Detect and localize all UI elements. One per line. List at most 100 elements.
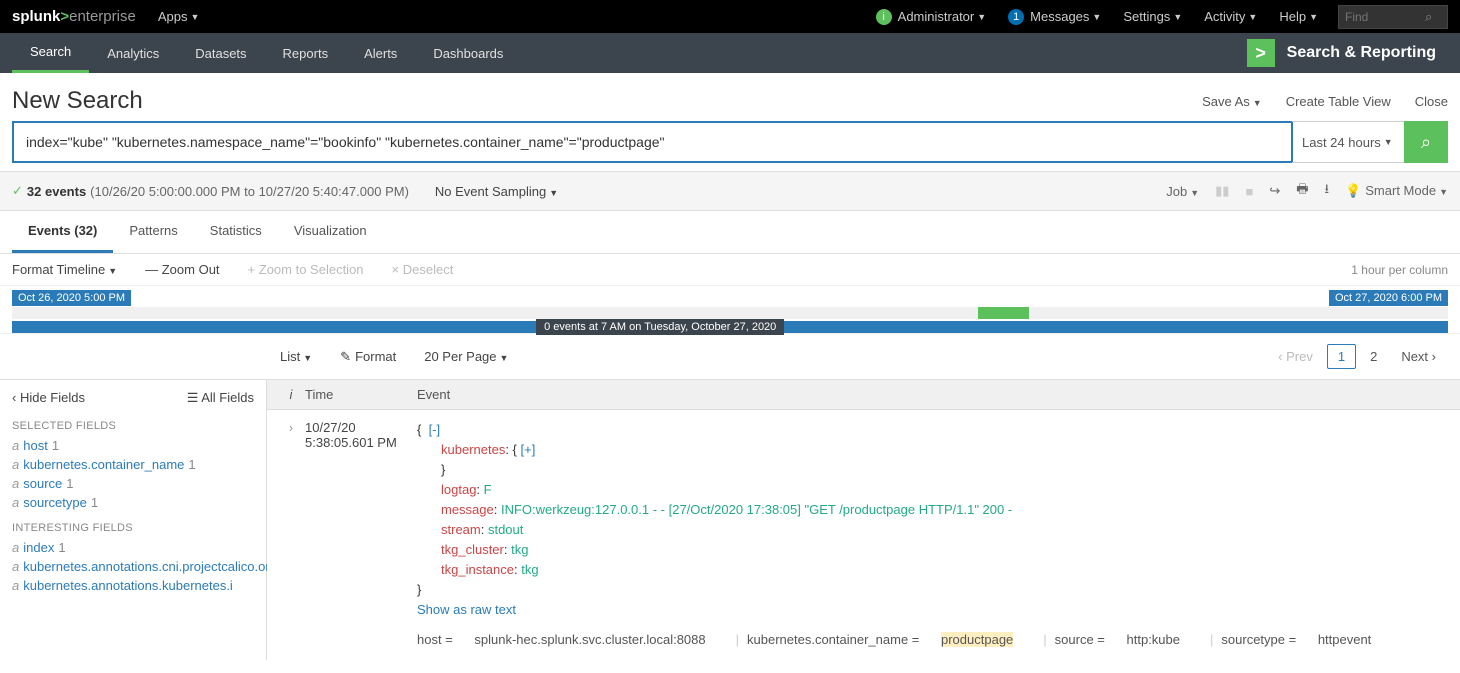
- admin-menu[interactable]: iAdministrator▼: [876, 9, 987, 25]
- json-key[interactable]: stream: [441, 522, 481, 537]
- event-body: { [-] kubernetes: { [+] } logtag: F mess…: [417, 420, 1450, 650]
- job-menu[interactable]: Job▼: [1166, 184, 1199, 199]
- json-key[interactable]: tkg_instance: [441, 562, 514, 577]
- page-1[interactable]: 1: [1327, 344, 1356, 369]
- json-key[interactable]: tkg_cluster: [441, 542, 504, 557]
- field-item[interactable]: asourcetype1: [12, 493, 254, 512]
- search-button[interactable]: ⌕: [1404, 121, 1448, 163]
- meta-container-name[interactable]: kubernetes.container_name = productpage: [747, 630, 1031, 650]
- brand-splunk: splunk: [12, 8, 60, 25]
- tab-patterns[interactable]: Patterns: [113, 211, 193, 253]
- col-time[interactable]: Time: [305, 387, 417, 402]
- field-item[interactable]: ahost1: [12, 436, 254, 455]
- field-item[interactable]: asource1: [12, 474, 254, 493]
- timeline-start-label: Oct 26, 2020 5:00 PM: [12, 290, 131, 306]
- timeline[interactable]: Oct 26, 2020 5:00 PM Oct 27, 2020 6:00 P…: [12, 290, 1448, 333]
- page-header: New Search Save As▼ Create Table View Cl…: [0, 73, 1460, 121]
- timeline-canvas[interactable]: [12, 307, 1448, 319]
- timeline-bar[interactable]: [978, 307, 1028, 319]
- nav-analytics[interactable]: Analytics: [89, 33, 177, 73]
- pause-icon[interactable]: ▮▮: [1215, 183, 1229, 199]
- hide-fields-button[interactable]: ‹ Hide Fields: [12, 390, 85, 406]
- field-type-icon: a: [12, 559, 19, 574]
- settings-menu[interactable]: Settings▼: [1123, 9, 1182, 24]
- separator: |: [736, 630, 739, 650]
- chevron-right-icon: ›: [1428, 349, 1436, 364]
- field-type-icon: a: [12, 495, 19, 510]
- caret-down-icon: ▼: [1253, 98, 1262, 108]
- help-menu[interactable]: Help▼: [1279, 9, 1318, 24]
- json-value[interactable]: INFO:werkzeug:127.0.0.1 - - [27/Oct/2020…: [501, 502, 1012, 517]
- nav-alerts[interactable]: Alerts: [346, 33, 415, 73]
- find-input[interactable]: [1345, 10, 1425, 24]
- smart-mode-menu[interactable]: 💡Smart Mode▼: [1345, 183, 1448, 199]
- nav-dashboards[interactable]: Dashboards: [415, 33, 521, 73]
- nav-search[interactable]: Search: [12, 33, 89, 73]
- zoom-out-button[interactable]: — Zoom Out: [145, 262, 219, 277]
- json-value[interactable]: tkg: [521, 562, 538, 577]
- field-type-icon: a: [12, 476, 19, 491]
- messages-menu[interactable]: 1Messages▼: [1008, 9, 1101, 25]
- json-key[interactable]: message: [441, 502, 494, 517]
- time-span: (10/26/20 5:00:00.000 PM to 10/27/20 5:4…: [90, 184, 409, 199]
- interesting-fields-title: INTERESTING FIELDS: [12, 522, 254, 534]
- field-item[interactable]: akubernetes.annotations.kubernetes.i: [12, 576, 254, 595]
- lightbulb-icon: 💡: [1345, 183, 1361, 198]
- list-controls: List▼ ✎Format 20 Per Page▼ ‹ Prev 1 2 Ne…: [0, 333, 1460, 380]
- json-value[interactable]: tkg: [511, 542, 528, 557]
- list-format-menu[interactable]: List▼: [280, 349, 312, 364]
- tab-statistics[interactable]: Statistics: [194, 211, 278, 253]
- global-topbar: splunk>enterprise Apps▼ iAdministrator▼ …: [0, 0, 1460, 33]
- show-raw-link[interactable]: Show as raw text: [417, 602, 516, 617]
- field-item[interactable]: akubernetes.container_name1: [12, 455, 254, 474]
- json-key[interactable]: kubernetes: [441, 442, 505, 457]
- activity-label: Activity: [1204, 9, 1245, 24]
- create-table-view-button[interactable]: Create Table View: [1286, 94, 1391, 109]
- export-icon[interactable]: ⭳: [1325, 180, 1330, 202]
- messages-label: Messages: [1030, 9, 1089, 24]
- all-fields-button[interactable]: ☰ All Fields: [187, 390, 254, 406]
- field-item[interactable]: aindex1: [12, 538, 254, 557]
- json-value[interactable]: F: [484, 482, 492, 497]
- stop-icon[interactable]: ■: [1245, 184, 1253, 199]
- page-2[interactable]: 2: [1360, 345, 1387, 368]
- expand-icon[interactable]: [+]: [521, 442, 536, 457]
- time-range-picker[interactable]: Last 24 hours▼: [1292, 121, 1404, 163]
- zoom-to-selection-button: + Zoom to Selection: [248, 262, 364, 277]
- save-as-button[interactable]: Save As▼: [1202, 94, 1262, 109]
- event-sampling-menu[interactable]: No Event Sampling▼: [435, 184, 558, 199]
- apps-menu[interactable]: Apps▼: [158, 9, 200, 24]
- tab-visualization[interactable]: Visualization: [278, 211, 383, 253]
- help-label: Help: [1279, 9, 1306, 24]
- close-button[interactable]: Close: [1415, 94, 1448, 109]
- collapse-icon[interactable]: [-]: [429, 422, 441, 437]
- json-key[interactable]: logtag: [441, 482, 476, 497]
- format-button[interactable]: ✎Format: [340, 349, 396, 365]
- meta-source[interactable]: source = http:kube: [1055, 630, 1198, 650]
- caret-down-icon: ▼: [108, 266, 117, 276]
- print-icon[interactable]: 🖶: [1296, 180, 1308, 202]
- nav-reports[interactable]: Reports: [265, 33, 347, 73]
- search-input[interactable]: index="kube" "kubernetes.namespace_name"…: [12, 121, 1293, 163]
- activity-menu[interactable]: Activity▼: [1204, 9, 1257, 24]
- next-page-button[interactable]: Next ›: [1391, 345, 1446, 368]
- meta-sourcetype[interactable]: sourcetype = httpevent: [1221, 630, 1389, 650]
- find-box[interactable]: ⌕: [1338, 5, 1448, 29]
- per-page-menu[interactable]: 20 Per Page▼: [424, 349, 508, 364]
- caret-down-icon: ▼: [1173, 12, 1182, 22]
- meta-host[interactable]: host = splunk-hec.splunk.svc.cluster.loc…: [417, 630, 724, 650]
- nav-datasets[interactable]: Datasets: [177, 33, 264, 73]
- format-timeline-menu[interactable]: Format Timeline▼: [12, 262, 117, 277]
- timeline-tooltip: 0 events at 7 AM on Tuesday, October 27,…: [536, 319, 784, 335]
- field-item[interactable]: akubernetes.annotations.cni.projectcalic…: [12, 557, 254, 576]
- share-icon[interactable]: ↪: [1269, 183, 1280, 199]
- list-icon: ☰: [187, 390, 202, 405]
- tab-events[interactable]: Events (32): [12, 211, 113, 253]
- timeline-end-label: Oct 27, 2020 6:00 PM: [1329, 290, 1448, 306]
- field-name: sourcetype: [23, 495, 87, 510]
- timeline-range-bar: 0 events at 7 AM on Tuesday, October 27,…: [12, 321, 1448, 333]
- json-value[interactable]: stdout: [488, 522, 523, 537]
- expand-toggle[interactable]: ›: [277, 420, 305, 650]
- search-row: index="kube" "kubernetes.namespace_name"…: [0, 121, 1460, 171]
- field-type-icon: a: [12, 540, 19, 555]
